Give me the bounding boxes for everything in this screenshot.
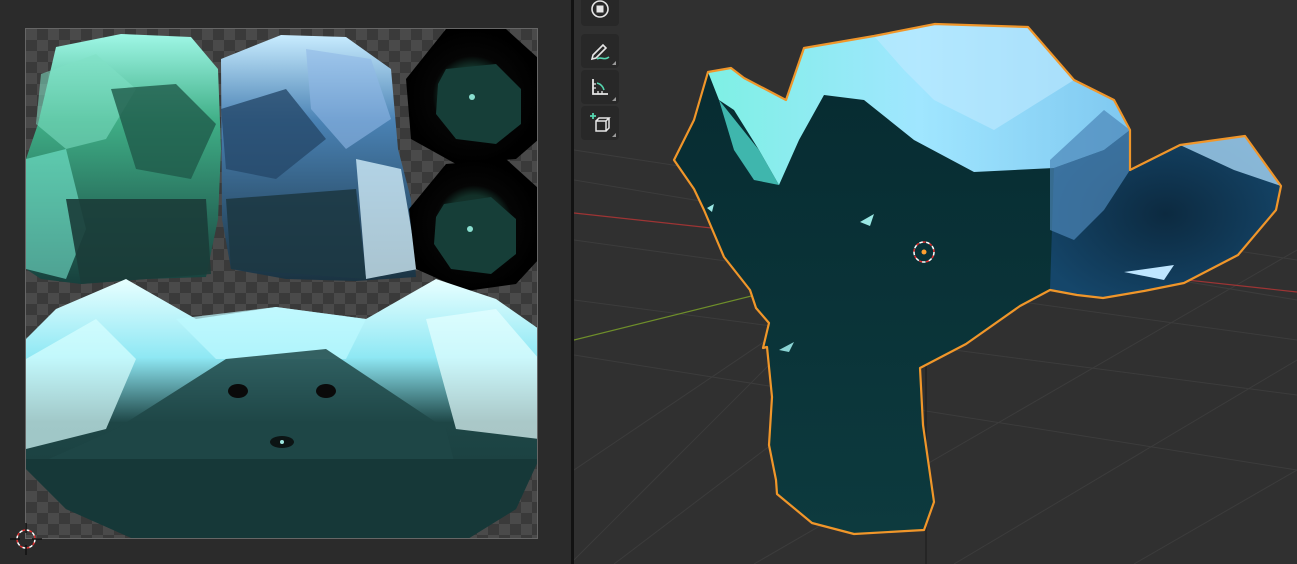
- uv-island-face-front: [26, 279, 537, 538]
- tool-annotate[interactable]: [581, 34, 619, 68]
- tool-transform[interactable]: [581, 0, 619, 26]
- suzanne-mesh[interactable]: [672, 22, 1283, 536]
- 2d-cursor-icon[interactable]: [8, 521, 44, 557]
- uv-island-ear-bottom: [409, 159, 537, 291]
- transform-icon: [591, 0, 609, 18]
- annotate-icon: [590, 43, 610, 61]
- viewport-toolbar: [581, 0, 621, 142]
- measure-icon: [592, 79, 608, 95]
- 3d-viewport[interactable]: [574, 0, 1297, 564]
- viewport-scene: [574, 22, 1297, 564]
- blender-window: [0, 0, 1297, 564]
- add-cube-icon: [590, 113, 611, 132]
- baked-texture: [26, 29, 537, 538]
- uv-texture-canvas[interactable]: [25, 28, 538, 539]
- uv-island-ear-top: [406, 29, 537, 164]
- uv-island-head-left: [26, 34, 221, 284]
- image-editor[interactable]: [0, 0, 571, 564]
- uv-island-head-right: [221, 35, 418, 281]
- tool-measure[interactable]: [581, 70, 619, 104]
- tool-add-cube[interactable]: [581, 106, 619, 140]
